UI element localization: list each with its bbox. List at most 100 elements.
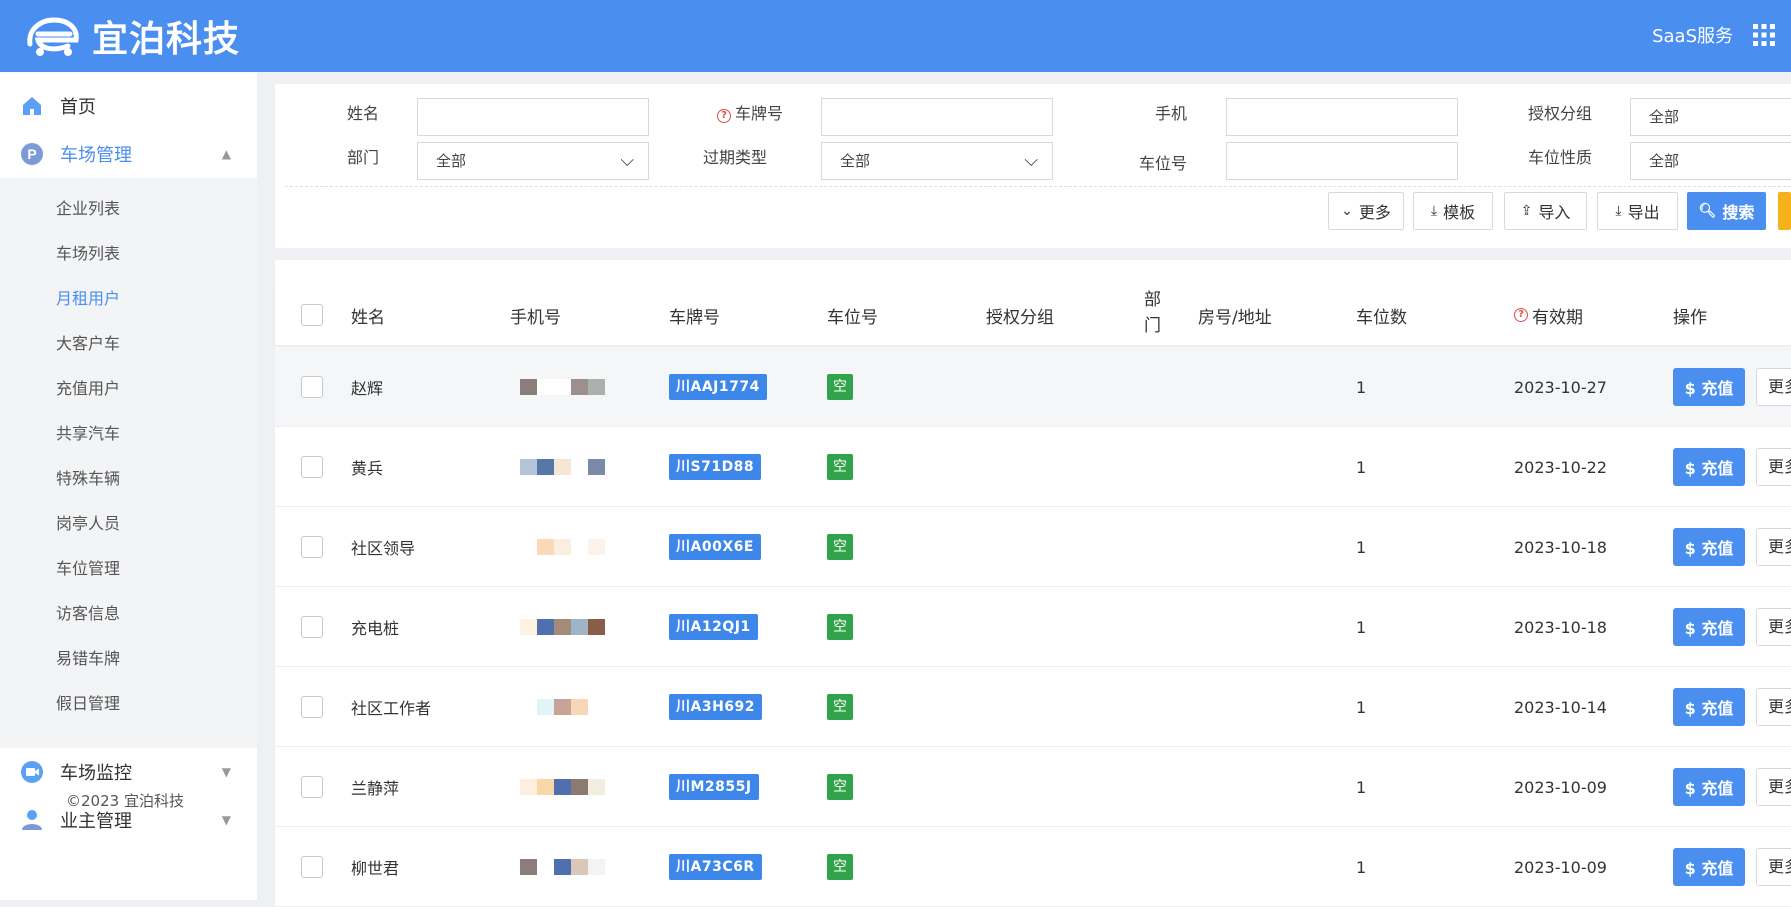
table-row[interactable]: 社区工作者 川A3H692 空 1 2023-10-14 $ 充值 更多 (275, 667, 1791, 747)
recharge-button[interactable]: $ 充值 (1673, 688, 1745, 726)
cell-space: 空 (827, 427, 853, 507)
empty-space-badge: 空 (827, 374, 853, 400)
expire-type-select[interactable]: 全部 ⌵ (821, 142, 1053, 180)
top-header: 宜泊科技 SaaS服务 (0, 0, 1791, 72)
plate-badge: 川A3H692 (669, 694, 763, 720)
table-row[interactable]: 黄兵 川S71D88 空 1 2023-10-22 $ 充值 更多 (275, 427, 1791, 507)
submenu-item-shared-cars[interactable]: 共享汽车 (0, 411, 257, 456)
col-room[interactable]: 房号/地址 (1198, 284, 1272, 346)
upload-icon: ⇪ (1520, 203, 1533, 219)
col-auth-group[interactable]: 授权分组 (986, 284, 1054, 346)
empty-space-badge: 空 (827, 694, 853, 720)
dept-select[interactable]: 全部 ⌵ (417, 142, 649, 180)
cell-phone-masked (520, 827, 605, 907)
plate-filter-label: ? 车牌号 (717, 100, 783, 124)
col-validity[interactable]: ? 有效期 (1514, 284, 1583, 346)
space-no-filter-input[interactable] (1226, 142, 1458, 180)
apps-grid-icon[interactable] (1753, 24, 1775, 46)
row-checkbox[interactable] (301, 696, 323, 718)
table-row[interactable]: 柳世君 川A73C6R 空 1 2023-10-09 $ 充值 更多 (275, 827, 1791, 907)
cell-space-count: 1 (1356, 617, 1367, 637)
row-more-button[interactable]: 更多 (1756, 688, 1791, 726)
row-checkbox[interactable] (301, 616, 323, 638)
plate-badge: 川AAJ1774 (669, 374, 767, 400)
brand-logo[interactable]: 宜泊科技 (24, 12, 240, 60)
table-row[interactable]: 赵辉 川AAJ1774 空 1 2023-10-27 $ 充值 更多 (275, 347, 1791, 427)
recharge-button[interactable]: $ 充值 (1673, 448, 1745, 486)
more-filters-button[interactable]: ⌄ 更多 (1328, 192, 1404, 230)
menu-home[interactable]: 首页 (0, 82, 257, 130)
col-action: 操作 (1673, 307, 1707, 328)
menu-parking-mgmt-label: 车场管理 (60, 145, 132, 166)
cell-name: 充电桩 (351, 619, 400, 638)
table-row[interactable]: 充电桩 川A12QJ1 空 1 2023-10-18 $ 充值 更多 (275, 587, 1791, 667)
col-space[interactable]: 车位号 (827, 284, 878, 346)
cell-validity: 2023-10-22 (1514, 457, 1607, 477)
cell-space-count: 1 (1356, 377, 1367, 397)
home-icon (23, 97, 41, 115)
plate-badge: 川M2855J (669, 774, 759, 800)
submenu-item-visitors[interactable]: 访客信息 (0, 591, 257, 636)
auth-group-select[interactable]: 全部 (1630, 98, 1791, 136)
submenu-item-holidays[interactable]: 假日管理 (0, 681, 257, 726)
submenu-item-monthly-users[interactable]: 月租用户 (0, 276, 257, 321)
submenu-item-enterprise[interactable]: 企业列表 (0, 186, 257, 231)
row-checkbox[interactable] (301, 376, 323, 398)
recharge-button[interactable]: $ 充值 (1673, 368, 1745, 406)
table-row[interactable]: 社区领导 川A00X6E 空 1 2023-10-18 $ 充值 更多 (275, 507, 1791, 587)
row-checkbox[interactable] (301, 776, 323, 798)
auth-group-select-value: 全部 (1649, 108, 1680, 126)
cell-phone-masked (520, 587, 605, 667)
recharge-button[interactable]: $ 充值 (1673, 608, 1745, 646)
plate-filter-input[interactable] (821, 98, 1053, 136)
submenu-item-recharge-users[interactable]: 充值用户 (0, 366, 257, 411)
export-button[interactable]: ⤓ 导出 (1597, 192, 1678, 230)
col-name[interactable]: 姓名 (351, 284, 385, 346)
saas-service-link[interactable]: SaaS服务 (1652, 22, 1733, 48)
table-row[interactable]: 兰静萍 川M2855J 空 1 2023-10-09 $ 充值 更多 (275, 747, 1791, 827)
col-plate[interactable]: 车牌号 (669, 284, 720, 346)
submenu-item-vip-cars[interactable]: 大客户车 (0, 321, 257, 366)
row-more-button[interactable]: 更多 (1756, 768, 1791, 806)
submenu-item-parking-list[interactable]: 车场列表 (0, 231, 257, 276)
submenu-item-error-plates[interactable]: 易错车牌 (0, 636, 257, 681)
template-button[interactable]: ⤓ 模板 (1413, 192, 1493, 230)
recharge-button[interactable]: $ 充值 (1673, 768, 1745, 806)
submenu-item-special-vehicles[interactable]: 特殊车辆 (0, 456, 257, 501)
cell-validity: 2023-10-09 (1514, 857, 1607, 877)
row-more-button[interactable]: 更多 (1756, 528, 1791, 566)
menu-monitor[interactable]: 车场监控 ▼ (0, 748, 257, 796)
import-button[interactable]: ⇪ 导入 (1504, 192, 1587, 230)
help-icon[interactable]: ? (1514, 308, 1528, 322)
row-more-button[interactable]: 更多 (1756, 368, 1791, 406)
row-checkbox[interactable] (301, 456, 323, 478)
row-more-button[interactable]: 更多 (1756, 608, 1791, 646)
cell-space: 空 (827, 827, 853, 907)
col-phone[interactable]: 手机号 (510, 284, 561, 346)
submenu-item-space-mgmt[interactable]: 车位管理 (0, 546, 257, 591)
recharge-button[interactable]: $ 充值 (1673, 528, 1745, 566)
cell-space: 空 (827, 347, 853, 427)
cell-space-count: 1 (1356, 457, 1367, 477)
plate-badge: 川S71D88 (669, 454, 762, 480)
select-all-checkbox[interactable] (301, 304, 323, 326)
phone-filter-input[interactable] (1226, 98, 1458, 136)
recharge-button[interactable]: $ 充值 (1673, 848, 1745, 886)
row-checkbox[interactable] (301, 536, 323, 558)
space-nature-select[interactable]: 全部 (1630, 142, 1791, 180)
search-button[interactable]: 🔍︎ 搜索 (1687, 192, 1766, 230)
row-more-button[interactable]: 更多 (1756, 848, 1791, 886)
col-space-count[interactable]: 车位数 (1356, 284, 1407, 346)
row-checkbox[interactable] (301, 856, 323, 878)
download-icon: ⤓ (1430, 203, 1438, 219)
help-icon[interactable]: ? (717, 109, 731, 123)
add-button[interactable] (1778, 192, 1791, 230)
name-filter-input[interactable] (417, 98, 649, 136)
cell-validity: 2023-10-18 (1514, 537, 1607, 557)
car-e-logo-icon (27, 17, 79, 56)
row-more-button[interactable]: 更多 (1756, 448, 1791, 486)
menu-parking-mgmt[interactable]: P 车场管理 ▲ (0, 130, 257, 178)
cell-plate: 川A73C6R (669, 827, 762, 907)
submenu-item-booth-staff[interactable]: 岗亭人员 (0, 501, 257, 546)
col-dept[interactable]: 部 门 (1144, 282, 1161, 344)
